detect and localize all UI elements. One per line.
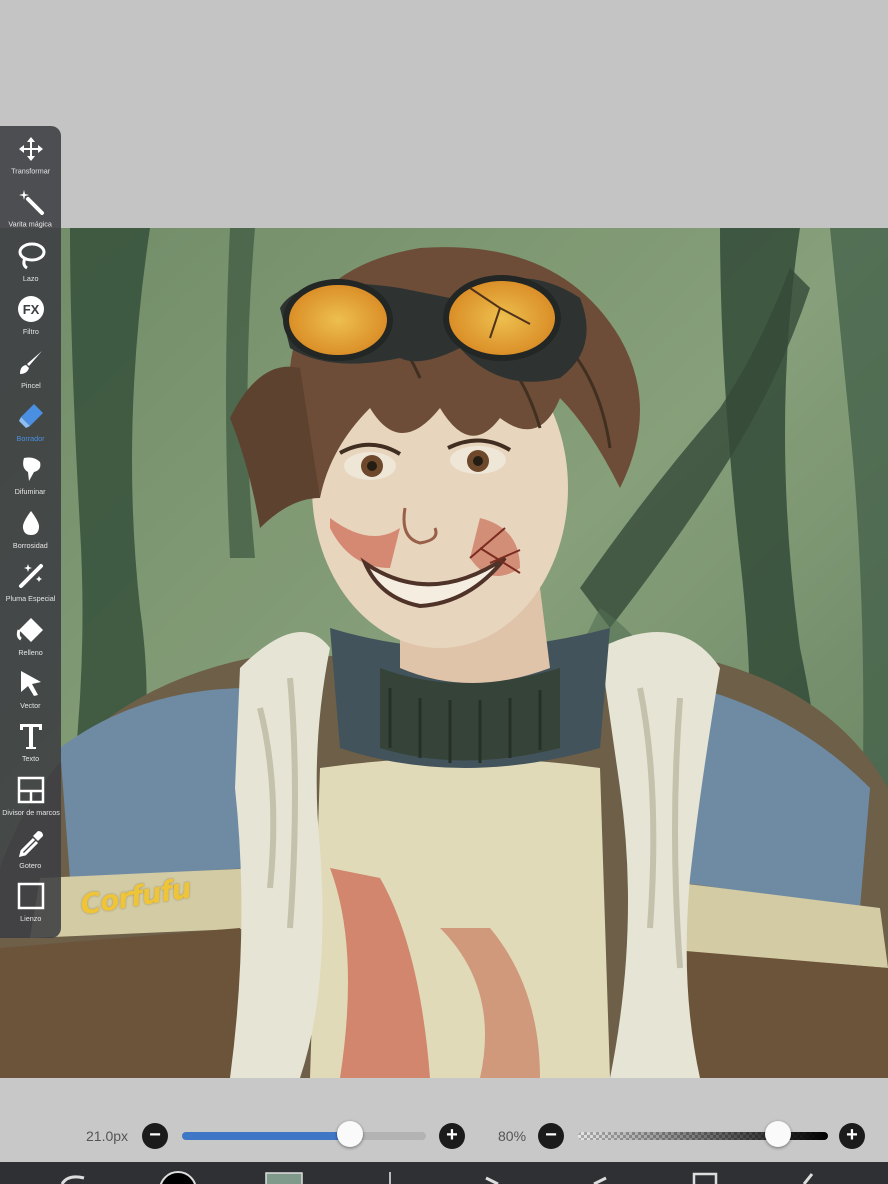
svg-text:FX: FX	[22, 302, 39, 317]
undo-icon[interactable]	[478, 1170, 502, 1184]
tool-transform[interactable]: Transformar	[0, 132, 61, 185]
tool-label: Varita mágica	[8, 220, 53, 229]
tool-fill[interactable]: Relleno	[0, 613, 61, 666]
tool-label: Borrosidad	[13, 541, 48, 550]
minus-icon: −	[545, 1124, 557, 1146]
brush-size-fill	[182, 1132, 351, 1140]
color-swatch-icon[interactable]	[158, 1170, 198, 1184]
tool-magic-wand[interactable]: Varita mágica	[0, 185, 61, 238]
tool-smudge[interactable]: Difuminar	[0, 452, 61, 505]
plus-icon: +	[846, 1124, 858, 1146]
tool-frame-divider[interactable]: Divisor de marcos	[0, 773, 61, 826]
divider-icon	[389, 1172, 391, 1184]
layers-icon[interactable]	[690, 1170, 720, 1184]
tool-label: Vector	[20, 701, 41, 710]
canvas-icon	[17, 883, 44, 910]
eraser-icon	[18, 403, 43, 428]
layer-thumbnail-icon[interactable]	[264, 1170, 304, 1184]
tool-label: Texto	[21, 754, 40, 763]
back-icon[interactable]	[796, 1170, 820, 1184]
move-icon	[18, 137, 43, 161]
special-pen-icon	[18, 564, 43, 589]
tool-label: Filtro	[22, 327, 39, 336]
drawing-canvas[interactable]: Corfufu	[0, 228, 888, 1078]
tool-vector[interactable]: Vector	[0, 666, 61, 719]
tool-special-pen[interactable]: Pluma Especial	[0, 559, 61, 612]
plus-icon: +	[446, 1124, 458, 1146]
fx-icon: FX	[17, 296, 44, 323]
tool-label: Pincel	[20, 381, 41, 390]
tool-label: Borrador	[16, 434, 45, 443]
vector-arrow-icon	[20, 670, 41, 696]
tool-label: Difuminar	[15, 487, 46, 496]
brush-size-value: 21.0px	[86, 1128, 129, 1144]
tool-label: Lazo	[22, 274, 39, 283]
tool-eyedropper[interactable]: Gotero	[0, 826, 61, 879]
size-decrease-button[interactable]: −	[142, 1123, 168, 1149]
tool-filter[interactable]: FX Filtro	[0, 292, 61, 345]
tool-brush[interactable]: Pincel	[0, 346, 61, 399]
brush-slider-bar: 21.0px − + 80% − +	[0, 1078, 888, 1162]
blur-drop-icon	[22, 510, 39, 535]
redo-icon[interactable]	[590, 1170, 614, 1184]
tool-label: Divisor de marcos	[1, 808, 60, 817]
brush-opacity-handle[interactable]	[765, 1121, 791, 1147]
fill-icon	[16, 617, 43, 642]
eyedropper-icon	[18, 831, 43, 858]
tool-label: Gotero	[19, 861, 42, 870]
frame-divider-icon	[17, 776, 44, 803]
text-icon	[19, 724, 42, 750]
undo-brush-icon[interactable]	[58, 1170, 88, 1184]
tool-lasso[interactable]: Lazo	[0, 239, 61, 292]
tool-panel: Transformar Varita mágica Lazo FX Filtro…	[0, 126, 61, 938]
smudge-icon	[22, 457, 40, 482]
bottom-toolbar	[0, 1162, 888, 1184]
opacity-increase-button[interactable]: +	[839, 1123, 865, 1149]
size-increase-button[interactable]: +	[439, 1123, 465, 1149]
tool-label: Relleno	[18, 647, 43, 657]
lasso-icon	[18, 242, 45, 270]
brush-size-handle[interactable]	[337, 1121, 364, 1147]
opacity-decrease-button[interactable]: −	[538, 1123, 564, 1149]
brush-size-slider[interactable]	[182, 1132, 426, 1140]
tool-text[interactable]: Texto	[0, 719, 61, 772]
tool-blur[interactable]: Borrosidad	[0, 506, 61, 559]
tool-label: Pluma Especial	[5, 594, 56, 603]
magic-wand-icon	[18, 190, 44, 216]
tool-label: Transformar	[11, 167, 50, 176]
brush-icon	[19, 350, 42, 374]
tool-canvas[interactable]: Lienzo	[0, 879, 61, 932]
artwork-illustration	[0, 228, 888, 1078]
brush-opacity-value: 80%	[498, 1128, 527, 1144]
tool-label: Lienzo	[19, 914, 42, 924]
tool-eraser[interactable]: Borrador	[0, 399, 61, 452]
minus-icon: −	[149, 1124, 161, 1146]
